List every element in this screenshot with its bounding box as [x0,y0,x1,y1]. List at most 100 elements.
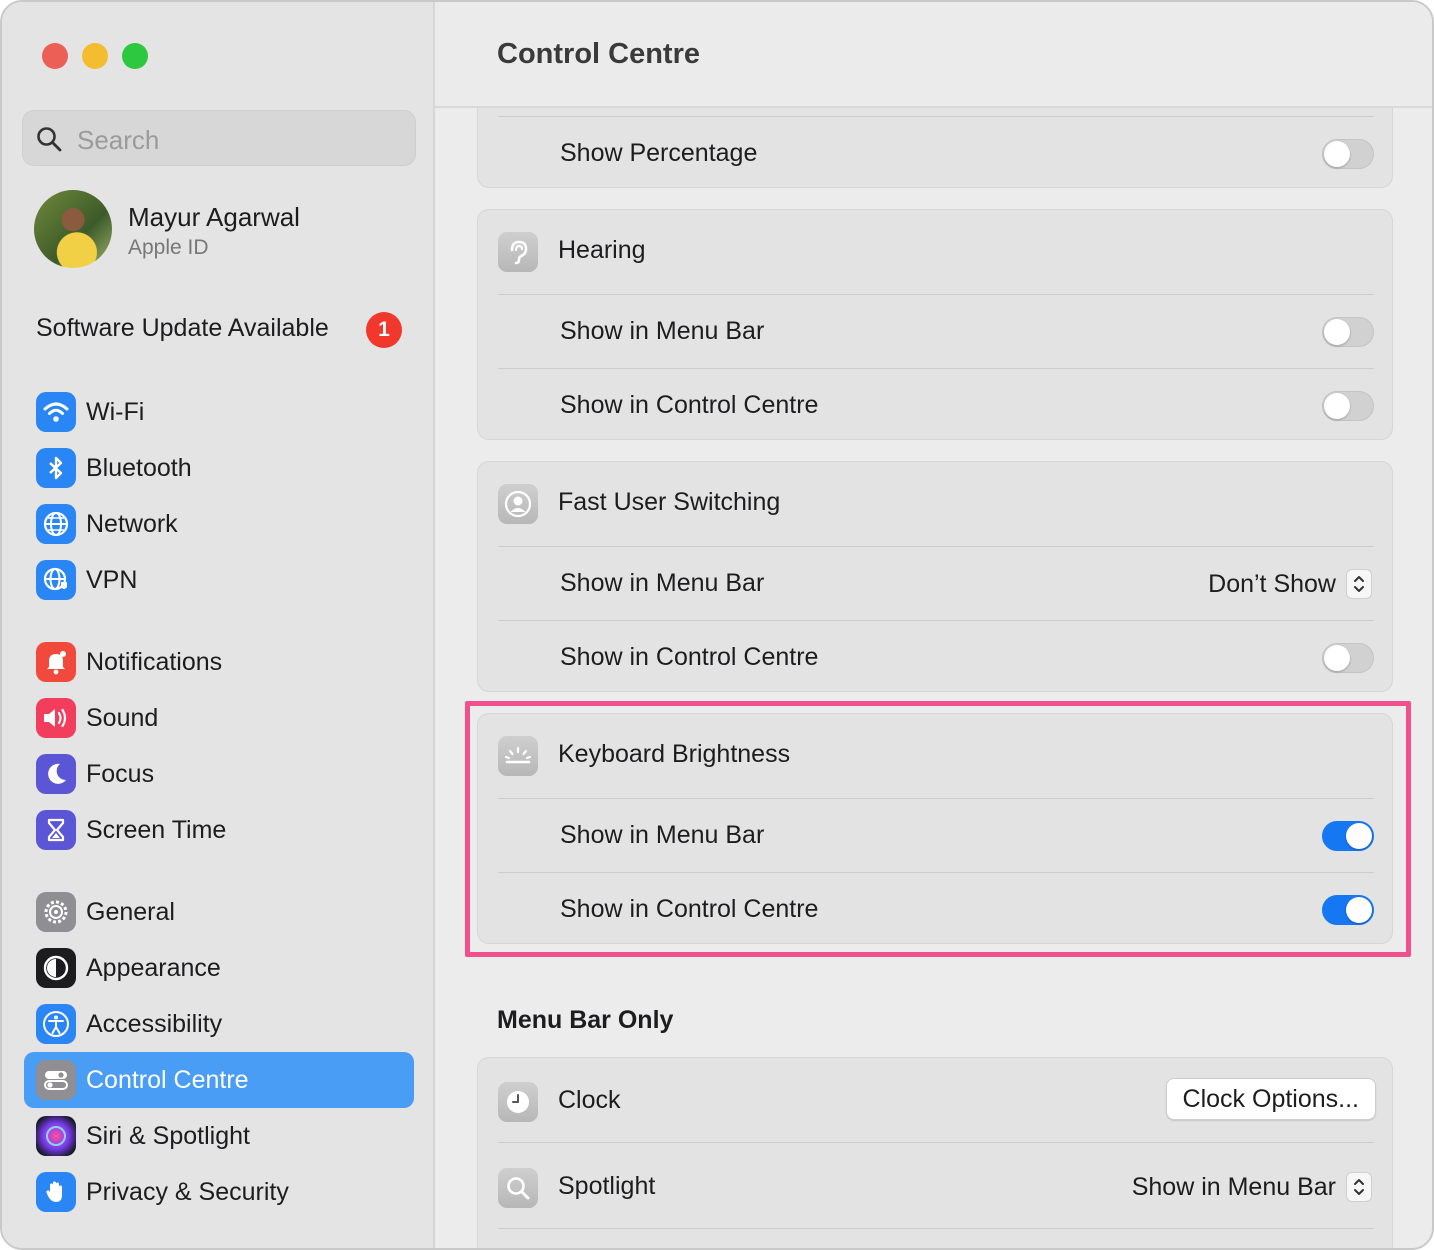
clock-icon [498,1082,538,1122]
clock-options-button[interactable]: Clock Options... [1165,1078,1376,1120]
sidebar-item-vpn[interactable]: VPN [24,552,414,608]
zoom-window-button[interactable] [122,43,148,69]
clock-label: Clock [558,1086,621,1114]
search-placeholder: Search [77,125,160,155]
sidebar-item-label: Notifications [86,648,223,676]
sidebar-item-accessibility[interactable]: Accessibility [24,996,414,1052]
fus-menu-bar-row: Show in Menu Bar Don’t Show [478,547,1394,621]
sidebar-item-screen-time[interactable]: Screen Time [24,802,414,858]
spotlight-value: Show in Menu Bar [1131,1172,1336,1201]
user-name: Mayur Agarwal [128,202,300,232]
sidebar-item-label: General [86,898,175,926]
hearing-title: Hearing [558,236,646,264]
control-centre-icon [36,1060,76,1100]
kb-title: Keyboard Brightness [558,740,791,768]
ear-icon [498,232,538,272]
sidebar-item-label: Control Centre [86,1066,249,1094]
globe-icon [36,504,76,544]
kb-control-centre-label: Show in Control Centre [560,895,819,923]
main-pane: Show Percentage Hearing Show in Menu Bar… [435,2,1432,1248]
fus-menu-bar-label: Show in Menu Bar [560,569,765,597]
search-field[interactable]: Search [22,110,416,166]
moon-icon [36,754,76,794]
speaker-icon [36,698,76,738]
sidebar-item-label: Focus [86,760,155,788]
hearing-header: Hearing [478,214,1394,288]
sidebar-item-wifi[interactable]: Wi-Fi [24,384,414,440]
sidebar-item-network[interactable]: Network [24,496,414,552]
sidebar-item-label: Appearance [86,954,221,982]
chevron-up-down-icon [1346,569,1372,599]
sidebar-item-sound[interactable]: Sound [24,690,414,746]
search-icon [37,127,62,152]
software-update-link[interactable]: Software Update Available [36,314,329,343]
show-percentage-row: Show Percentage [478,117,1394,191]
gear-icon [36,892,76,932]
fus-title: Fast User Switching [558,488,781,516]
avatar [34,190,112,268]
hearing-control-centre-row: Show in Control Centre [478,369,1394,443]
fus-control-centre-row: Show in Control Centre [478,621,1394,695]
hearing-control-centre-label: Show in Control Centre [560,391,819,419]
accessibility-icon [36,1004,76,1044]
kb-control-centre-row: Show in Control Centre [478,873,1394,947]
sidebar: Search Mayur Agarwal Apple ID Software U… [2,2,435,1248]
sidebar-item-siri-spotlight[interactable]: Siri & Spotlight [24,1108,414,1164]
chevron-up-down-icon [1346,1172,1372,1202]
sidebar-item-label: Siri & Spotlight [86,1122,250,1150]
page-title: Control Centre [497,38,700,70]
hearing-menu-bar-toggle[interactable] [1322,317,1374,347]
sidebar-item-label: Privacy & Security [86,1178,289,1206]
kb-header: Keyboard Brightness [478,718,1394,792]
title-bar: Control Centre [435,2,1432,108]
update-count-badge: 1 [366,312,402,348]
spotlight-popup[interactable]: Show in Menu Bar [1132,1170,1372,1204]
kb-menu-bar-row: Show in Menu Bar [478,799,1394,873]
user-subtitle: Apple ID [128,236,209,259]
sidebar-item-privacy-security[interactable]: Privacy & Security [24,1164,414,1220]
magnifier-icon [498,1168,538,1208]
keyboard-brightness-icon [498,736,538,776]
close-window-button[interactable] [42,43,68,69]
kb-control-centre-toggle[interactable] [1322,895,1374,925]
fus-control-centre-toggle[interactable] [1322,643,1374,673]
user-circle-icon [498,484,538,524]
settings-window: Search Mayur Agarwal Apple ID Software U… [0,0,1434,1250]
hearing-menu-bar-row: Show in Menu Bar [478,295,1394,369]
kb-menu-bar-label: Show in Menu Bar [560,821,765,849]
sidebar-item-focus[interactable]: Focus [24,746,414,802]
hourglass-icon [36,810,76,850]
clock-row: Clock Clock Options... [478,1064,1394,1138]
bluetooth-icon [36,448,76,488]
sidebar-item-appearance[interactable]: Appearance [24,940,414,996]
siri-icon [36,1116,76,1156]
fus-header: Fast User Switching [478,466,1394,540]
sidebar-item-control-centre[interactable]: Control Centre [24,1052,414,1108]
apple-id-account[interactable]: Mayur Agarwal Apple ID [34,190,424,270]
show-percentage-label: Show Percentage [560,139,758,167]
spotlight-label: Spotlight [558,1172,656,1200]
fast-user-switching-card: Fast User Switching Show in Menu Bar Don… [477,461,1393,692]
fus-menu-bar-popup[interactable]: Don’t Show [1208,567,1372,601]
hand-icon [36,1172,76,1212]
hearing-control-centre-toggle[interactable] [1322,391,1374,421]
fus-menu-bar-value: Don’t Show [1208,569,1336,598]
sidebar-item-notifications[interactable]: Notifications [24,634,414,690]
show-percentage-toggle[interactable] [1322,139,1374,169]
minimize-window-button[interactable] [82,43,108,69]
appearance-icon [36,948,76,988]
wifi-icon [36,392,76,432]
kb-menu-bar-toggle[interactable] [1322,821,1374,851]
sidebar-item-label: Bluetooth [86,454,192,482]
sidebar-item-bluetooth[interactable]: Bluetooth [24,440,414,496]
bell-icon [36,642,76,682]
sidebar-item-label: Sound [86,704,159,732]
vpn-globe-icon [36,560,76,600]
sidebar-item-label: Screen Time [86,816,227,844]
menu-bar-only-heading: Menu Bar Only [497,1006,674,1034]
spotlight-row: Spotlight Show in Menu Bar [478,1150,1394,1224]
sidebar-item-label: Accessibility [86,1010,223,1038]
sidebar-item-label: Wi-Fi [86,398,145,426]
menu-bar-only-card: Clock Clock Options... Spotlight Show in… [477,1057,1394,1248]
sidebar-item-general[interactable]: General [24,884,414,940]
